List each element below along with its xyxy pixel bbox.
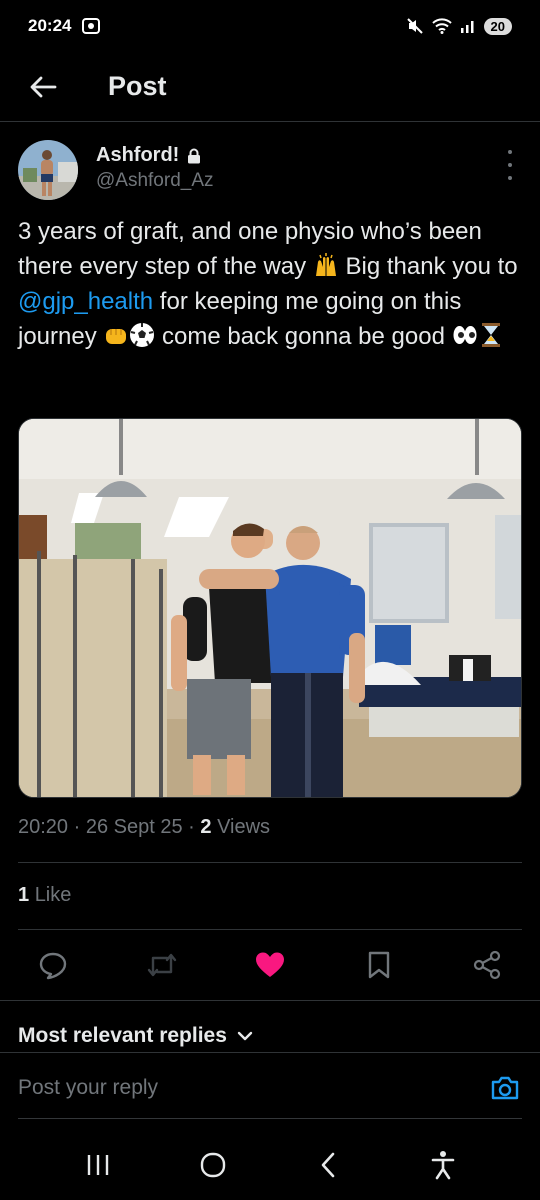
divider [18,862,522,863]
repost-button[interactable] [145,948,179,982]
post-date: 26 Sept 25 [85,816,183,838]
post-text-part2: Big thank you to [338,253,518,280]
back-button[interactable] [18,62,68,112]
accessibility-icon [431,1151,454,1180]
action-bar [18,940,522,990]
mention-link[interactable]: @gjp_health [18,288,153,315]
likes-count: 1 [18,884,30,906]
wifi-icon [431,18,452,34]
page-title: Post [108,71,167,101]
chevron-down-icon [237,1031,253,1041]
fist-emoji [106,329,127,344]
post-image[interactable] [18,418,522,798]
post-text: 3 years of graft, and one physio who’s b… [18,214,524,354]
share-button[interactable] [470,948,504,982]
reply-icon [39,952,67,980]
system-nav-bar [0,1130,540,1200]
hourglass-emoji [481,323,500,347]
replies-sort-label: Most relevant replies [18,1024,227,1047]
author-handle[interactable]: @Ashford_Az [96,170,214,192]
avatar[interactable] [18,140,78,200]
eyes-emoji [453,326,477,344]
screenshot-icon [82,18,101,34]
views-count: 2 [200,816,212,838]
replies-sort-button[interactable]: Most relevant replies [18,1024,253,1048]
reply-composer [0,1052,540,1122]
post-text-part4: come back gonna be good [155,323,452,350]
views-label[interactable]: Views [217,816,270,838]
raised-hands-emoji [315,253,336,276]
status-bar: 20:24 20 [0,0,540,52]
back-arrow-icon [30,76,57,97]
signal-icon [460,21,474,33]
camera-icon [491,1076,519,1099]
lock-icon [188,148,201,163]
system-back-button[interactable] [308,1145,348,1185]
soccer-ball-emoji [130,323,155,347]
camera-button[interactable] [488,1071,522,1105]
heart-icon [256,952,284,977]
reply-input[interactable] [18,1075,488,1100]
mute-icon [406,18,423,34]
author-name[interactable]: Ashford! [96,144,179,167]
recents-button[interactable] [78,1145,118,1185]
divider [18,929,522,930]
like-button[interactable] [253,948,287,982]
back-icon [321,1152,334,1178]
share-icon [473,950,501,980]
repost-icon [147,953,176,977]
likes-label: Like [34,884,72,906]
more-icon[interactable] [502,150,518,180]
reply-underline [18,1118,522,1119]
battery-badge: 20 [483,17,512,35]
divider [0,1000,540,1001]
reply-button[interactable] [36,948,70,982]
bookmark-icon [368,951,389,979]
home-icon [200,1152,225,1178]
post-time: 20:20 [18,816,69,838]
status-time: 20:24 [28,16,72,35]
post-header: Post [0,52,540,122]
author-row: Ashford! @Ashford_Az [18,140,522,204]
home-button[interactable] [193,1145,233,1185]
post-meta: 20:20 · 26 Sept 25 · 2 Views [18,816,271,838]
accessibility-button[interactable] [423,1145,463,1185]
bookmark-button[interactable] [362,948,396,982]
recents-icon [87,1155,108,1175]
likes-row[interactable]: 1 Like [18,884,71,907]
